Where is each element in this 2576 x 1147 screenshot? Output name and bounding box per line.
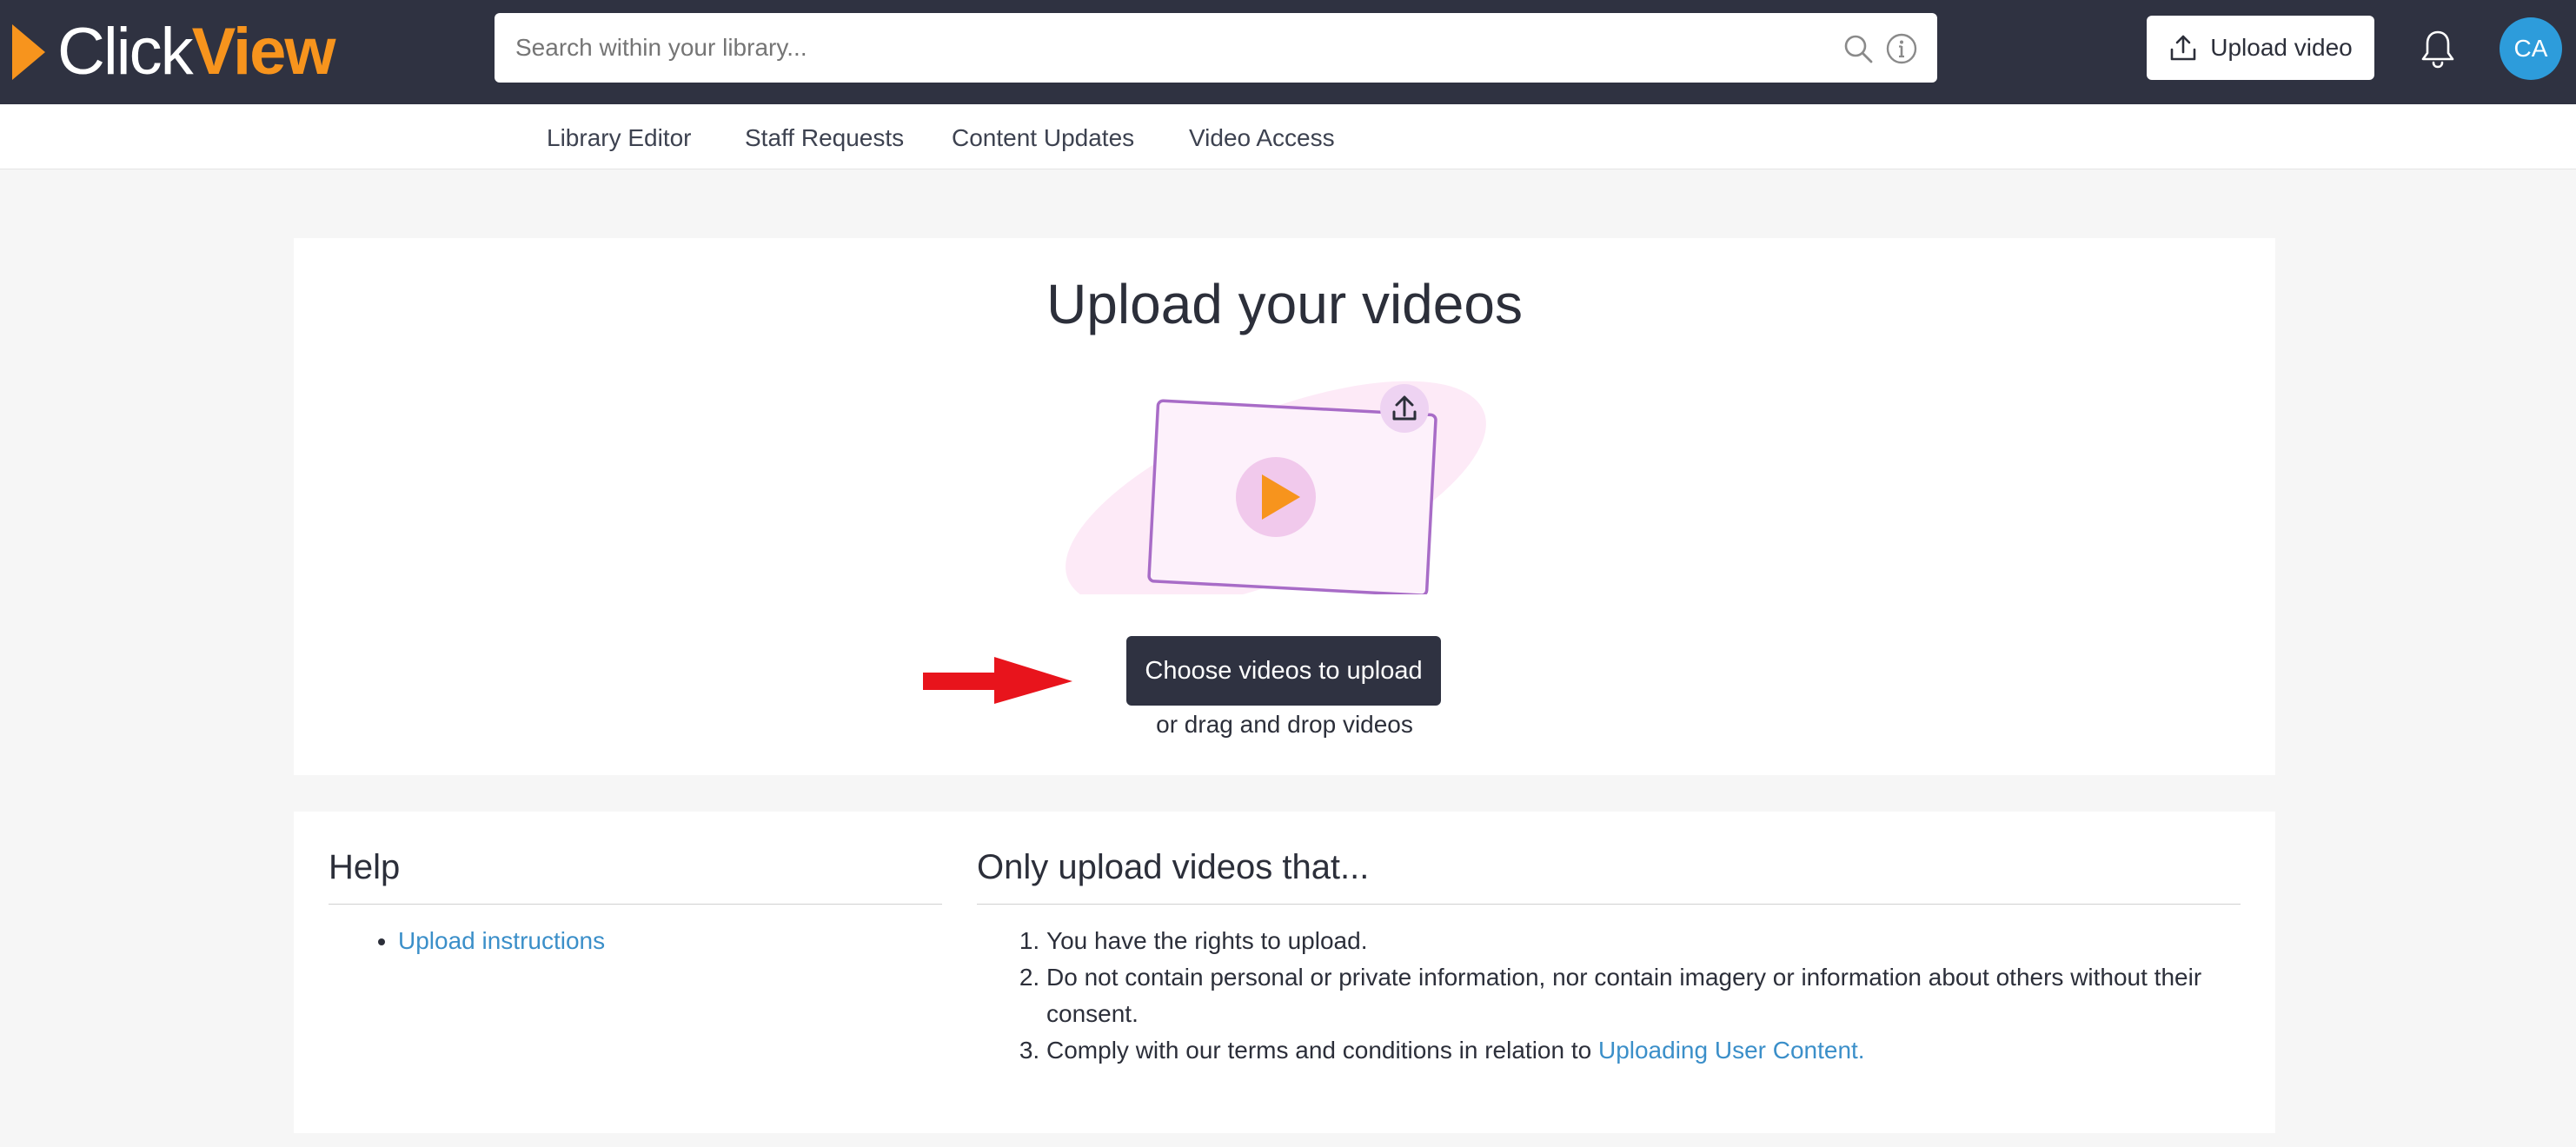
rules-list: You have the rights to upload. Do not co… — [977, 923, 2211, 1069]
choose-videos-button[interactable]: Choose videos to upload — [1126, 636, 1441, 706]
logo-text-click: Click — [57, 15, 194, 89]
nav-library-editor[interactable]: Library Editor — [547, 104, 692, 169]
rule-item-1: You have the rights to upload. — [1046, 923, 2211, 959]
info-icon[interactable] — [1885, 32, 1918, 65]
search-input[interactable] — [515, 13, 1802, 83]
upload-title: Upload your videos — [1046, 273, 1523, 335]
upload-card[interactable]: Upload your videos Choose videos to uplo… — [294, 238, 2275, 775]
top-bar: ClickView Upload video CA — [0, 0, 2576, 104]
rules-heading: Only upload videos that... — [977, 848, 1370, 886]
user-avatar[interactable]: CA — [2500, 17, 2562, 80]
rule-item-3: Comply with our terms and conditions in … — [1046, 1032, 2211, 1069]
play-icon — [1236, 457, 1316, 537]
rule-text-2: Do not contain personal or private infor… — [1046, 964, 2202, 1027]
uploading-user-content-link[interactable]: Uploading User Content. — [1598, 1037, 1865, 1064]
red-arrow-annotation — [923, 657, 1072, 704]
clickview-logo[interactable]: ClickView — [12, 15, 336, 89]
logo-text-view: View — [191, 15, 336, 89]
logo-play-icon — [12, 24, 45, 80]
help-heading: Help — [329, 848, 401, 886]
sub-navigation: Library Editor Staff Requests Content Up… — [0, 104, 2576, 169]
help-links-list: Upload instructions — [329, 923, 605, 959]
video-upload-illustration — [1066, 381, 1486, 594]
search-icon[interactable] — [1843, 34, 1873, 63]
rules-divider — [977, 904, 2241, 905]
nav-content-updates[interactable]: Content Updates — [952, 104, 1134, 169]
nav-video-access[interactable]: Video Access — [1189, 104, 1335, 169]
rule-text-3: Comply with our terms and conditions in … — [1046, 1037, 1598, 1064]
upload-video-label: Upload video — [2210, 34, 2353, 61]
help-divider — [329, 904, 942, 905]
drag-drop-hint: or drag and drop videos — [1156, 711, 1413, 738]
upload-instructions-link[interactable]: Upload instructions — [398, 927, 605, 954]
nav-staff-requests[interactable]: Staff Requests — [745, 104, 904, 169]
upload-video-button[interactable]: Upload video — [2147, 16, 2374, 80]
logo-wordmark: ClickView — [57, 15, 336, 89]
info-card: Help Upload instructions Only upload vid… — [294, 812, 2275, 1133]
rule-text-1: You have the rights to upload. — [1046, 927, 1368, 954]
bell-icon[interactable] — [2420, 29, 2456, 69]
rule-item-2: Do not contain personal or private infor… — [1046, 959, 2211, 1032]
help-list-item: Upload instructions — [398, 923, 605, 959]
upload-icon — [2170, 35, 2196, 61]
search-box — [495, 13, 1937, 83]
